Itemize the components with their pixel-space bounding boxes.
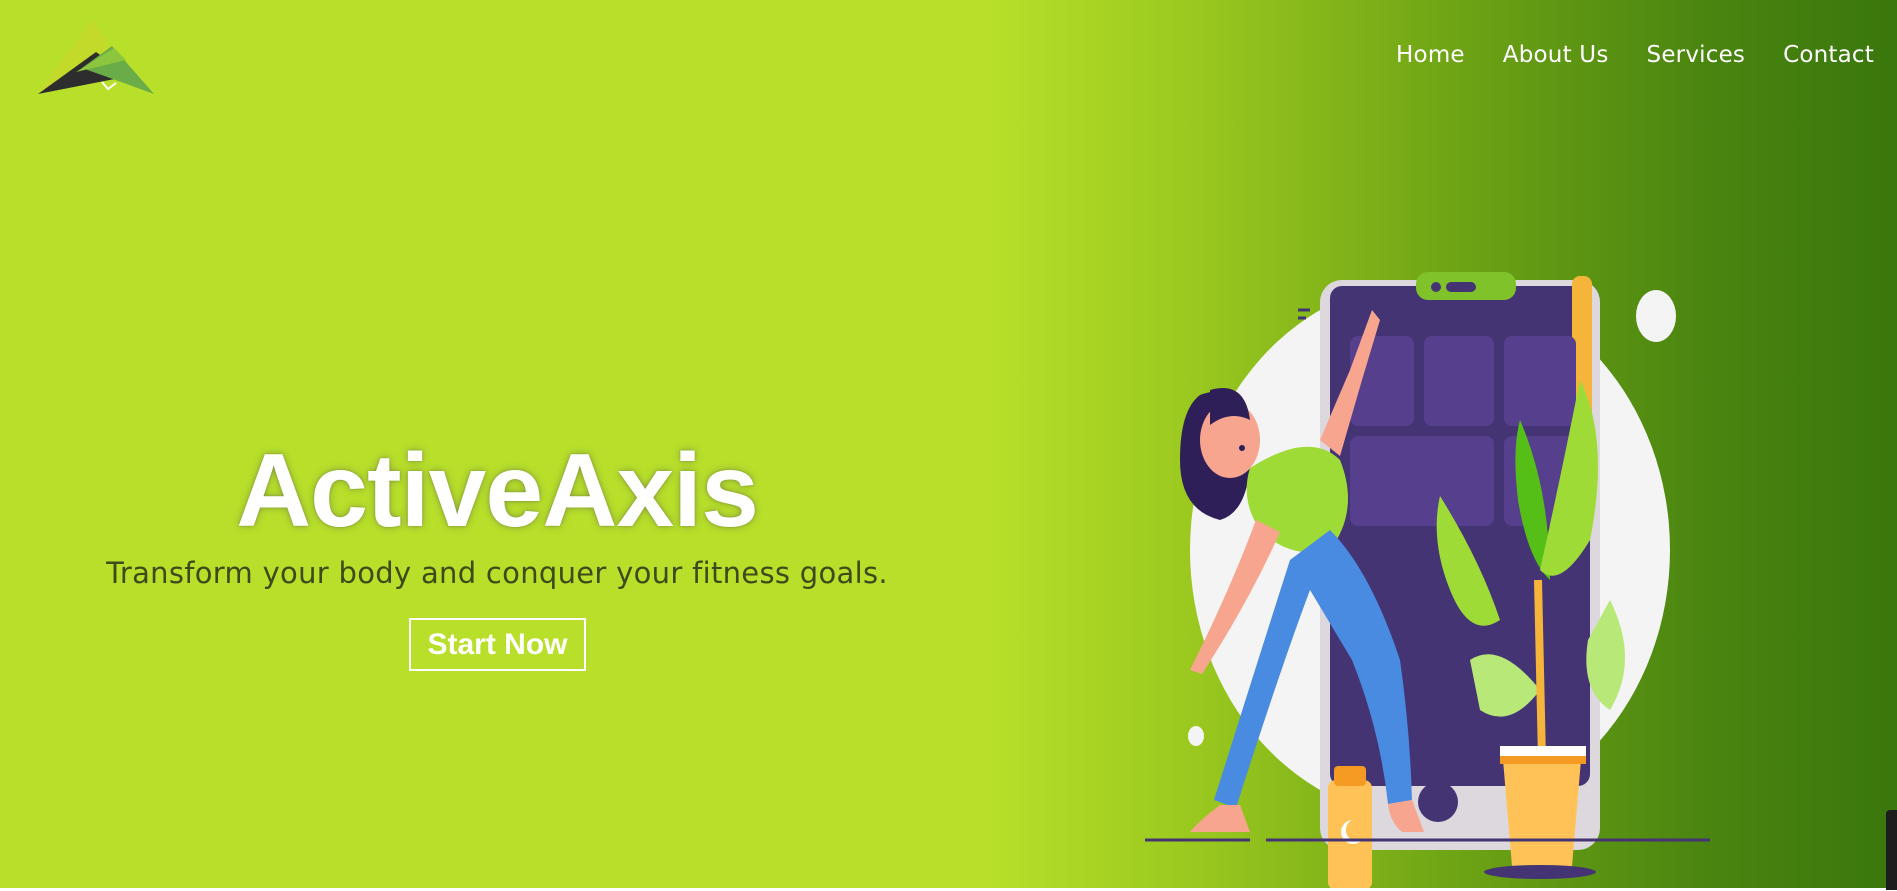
- water-bottle-icon: [1328, 766, 1372, 888]
- hero-title: ActiveAxis: [236, 433, 759, 549]
- nav-home[interactable]: Home: [1396, 42, 1465, 68]
- fitness-illustration: [1145, 272, 1710, 888]
- main-nav: Home About Us Services Contact: [1396, 42, 1874, 68]
- nav-contact[interactable]: Contact: [1783, 42, 1874, 68]
- hero-section: Home About Us Services Contact ActiveAxi…: [0, 0, 1897, 888]
- hero-tagline: Transform your body and conquer your fit…: [106, 556, 888, 590]
- start-now-button[interactable]: Start Now: [409, 618, 586, 671]
- feedback-tab-icon[interactable]: [1886, 810, 1897, 890]
- nav-services[interactable]: Services: [1647, 42, 1746, 68]
- nav-about-us[interactable]: About Us: [1503, 42, 1609, 68]
- mountain-logo-icon[interactable]: [36, 16, 156, 96]
